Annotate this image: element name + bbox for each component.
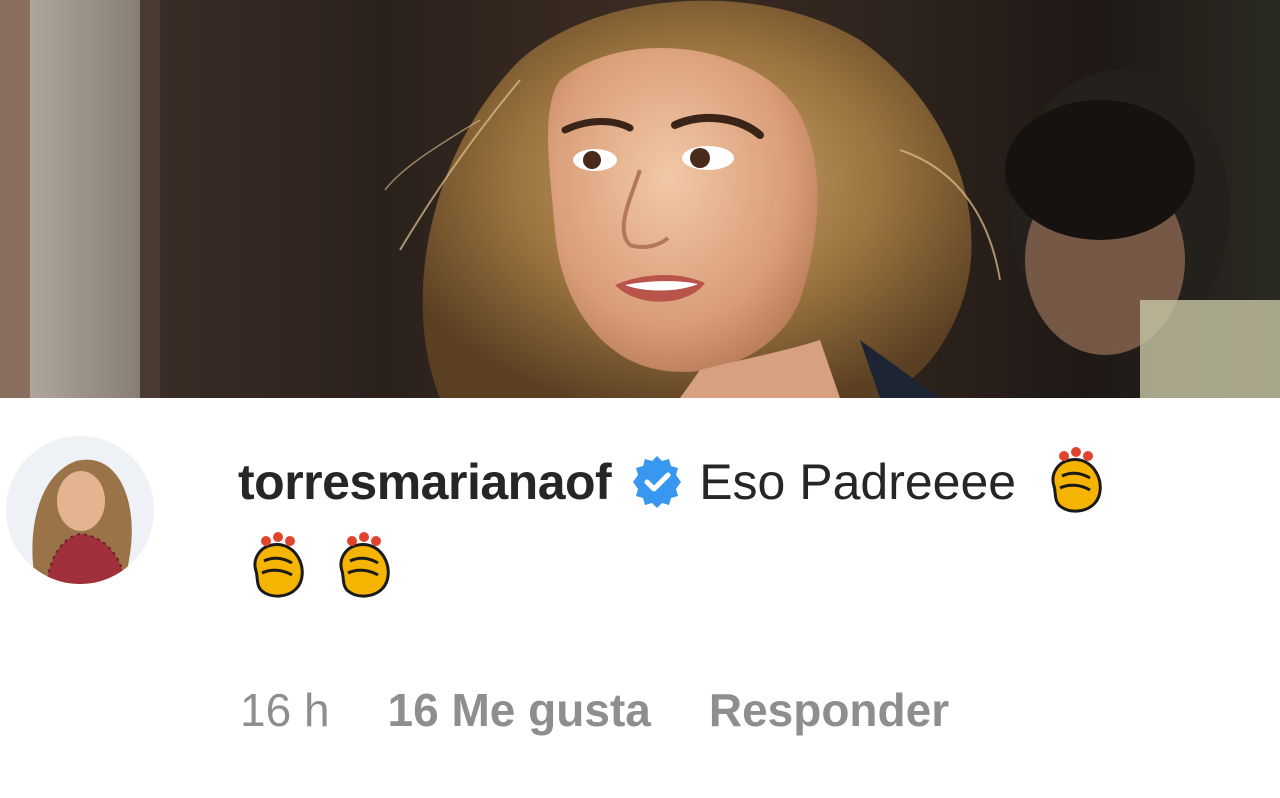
clapping-hands-icon — [242, 531, 314, 603]
comment-second-line — [242, 528, 400, 606]
reply-button[interactable]: Responder — [709, 683, 949, 737]
timestamp: 16 h — [240, 684, 330, 736]
post-photo — [0, 0, 1280, 398]
username-link[interactable]: torresmarianaof — [238, 453, 612, 511]
likes-count-link[interactable]: 16 Me gusta — [388, 683, 651, 737]
clapping-hands-icon — [328, 531, 400, 603]
comment-text: Eso Padreeee — [699, 454, 1017, 510]
verified-badge-icon — [629, 454, 685, 510]
photo-illustration — [0, 0, 1280, 398]
avatar-image — [6, 436, 154, 584]
clapping-hands-icon — [1040, 446, 1112, 518]
comment-meta: 16 h 16 Me gusta Responder — [240, 678, 949, 742]
comment-first-line: torresmarianaof Eso Padreeee — [238, 442, 1112, 522]
avatar[interactable] — [6, 436, 154, 584]
